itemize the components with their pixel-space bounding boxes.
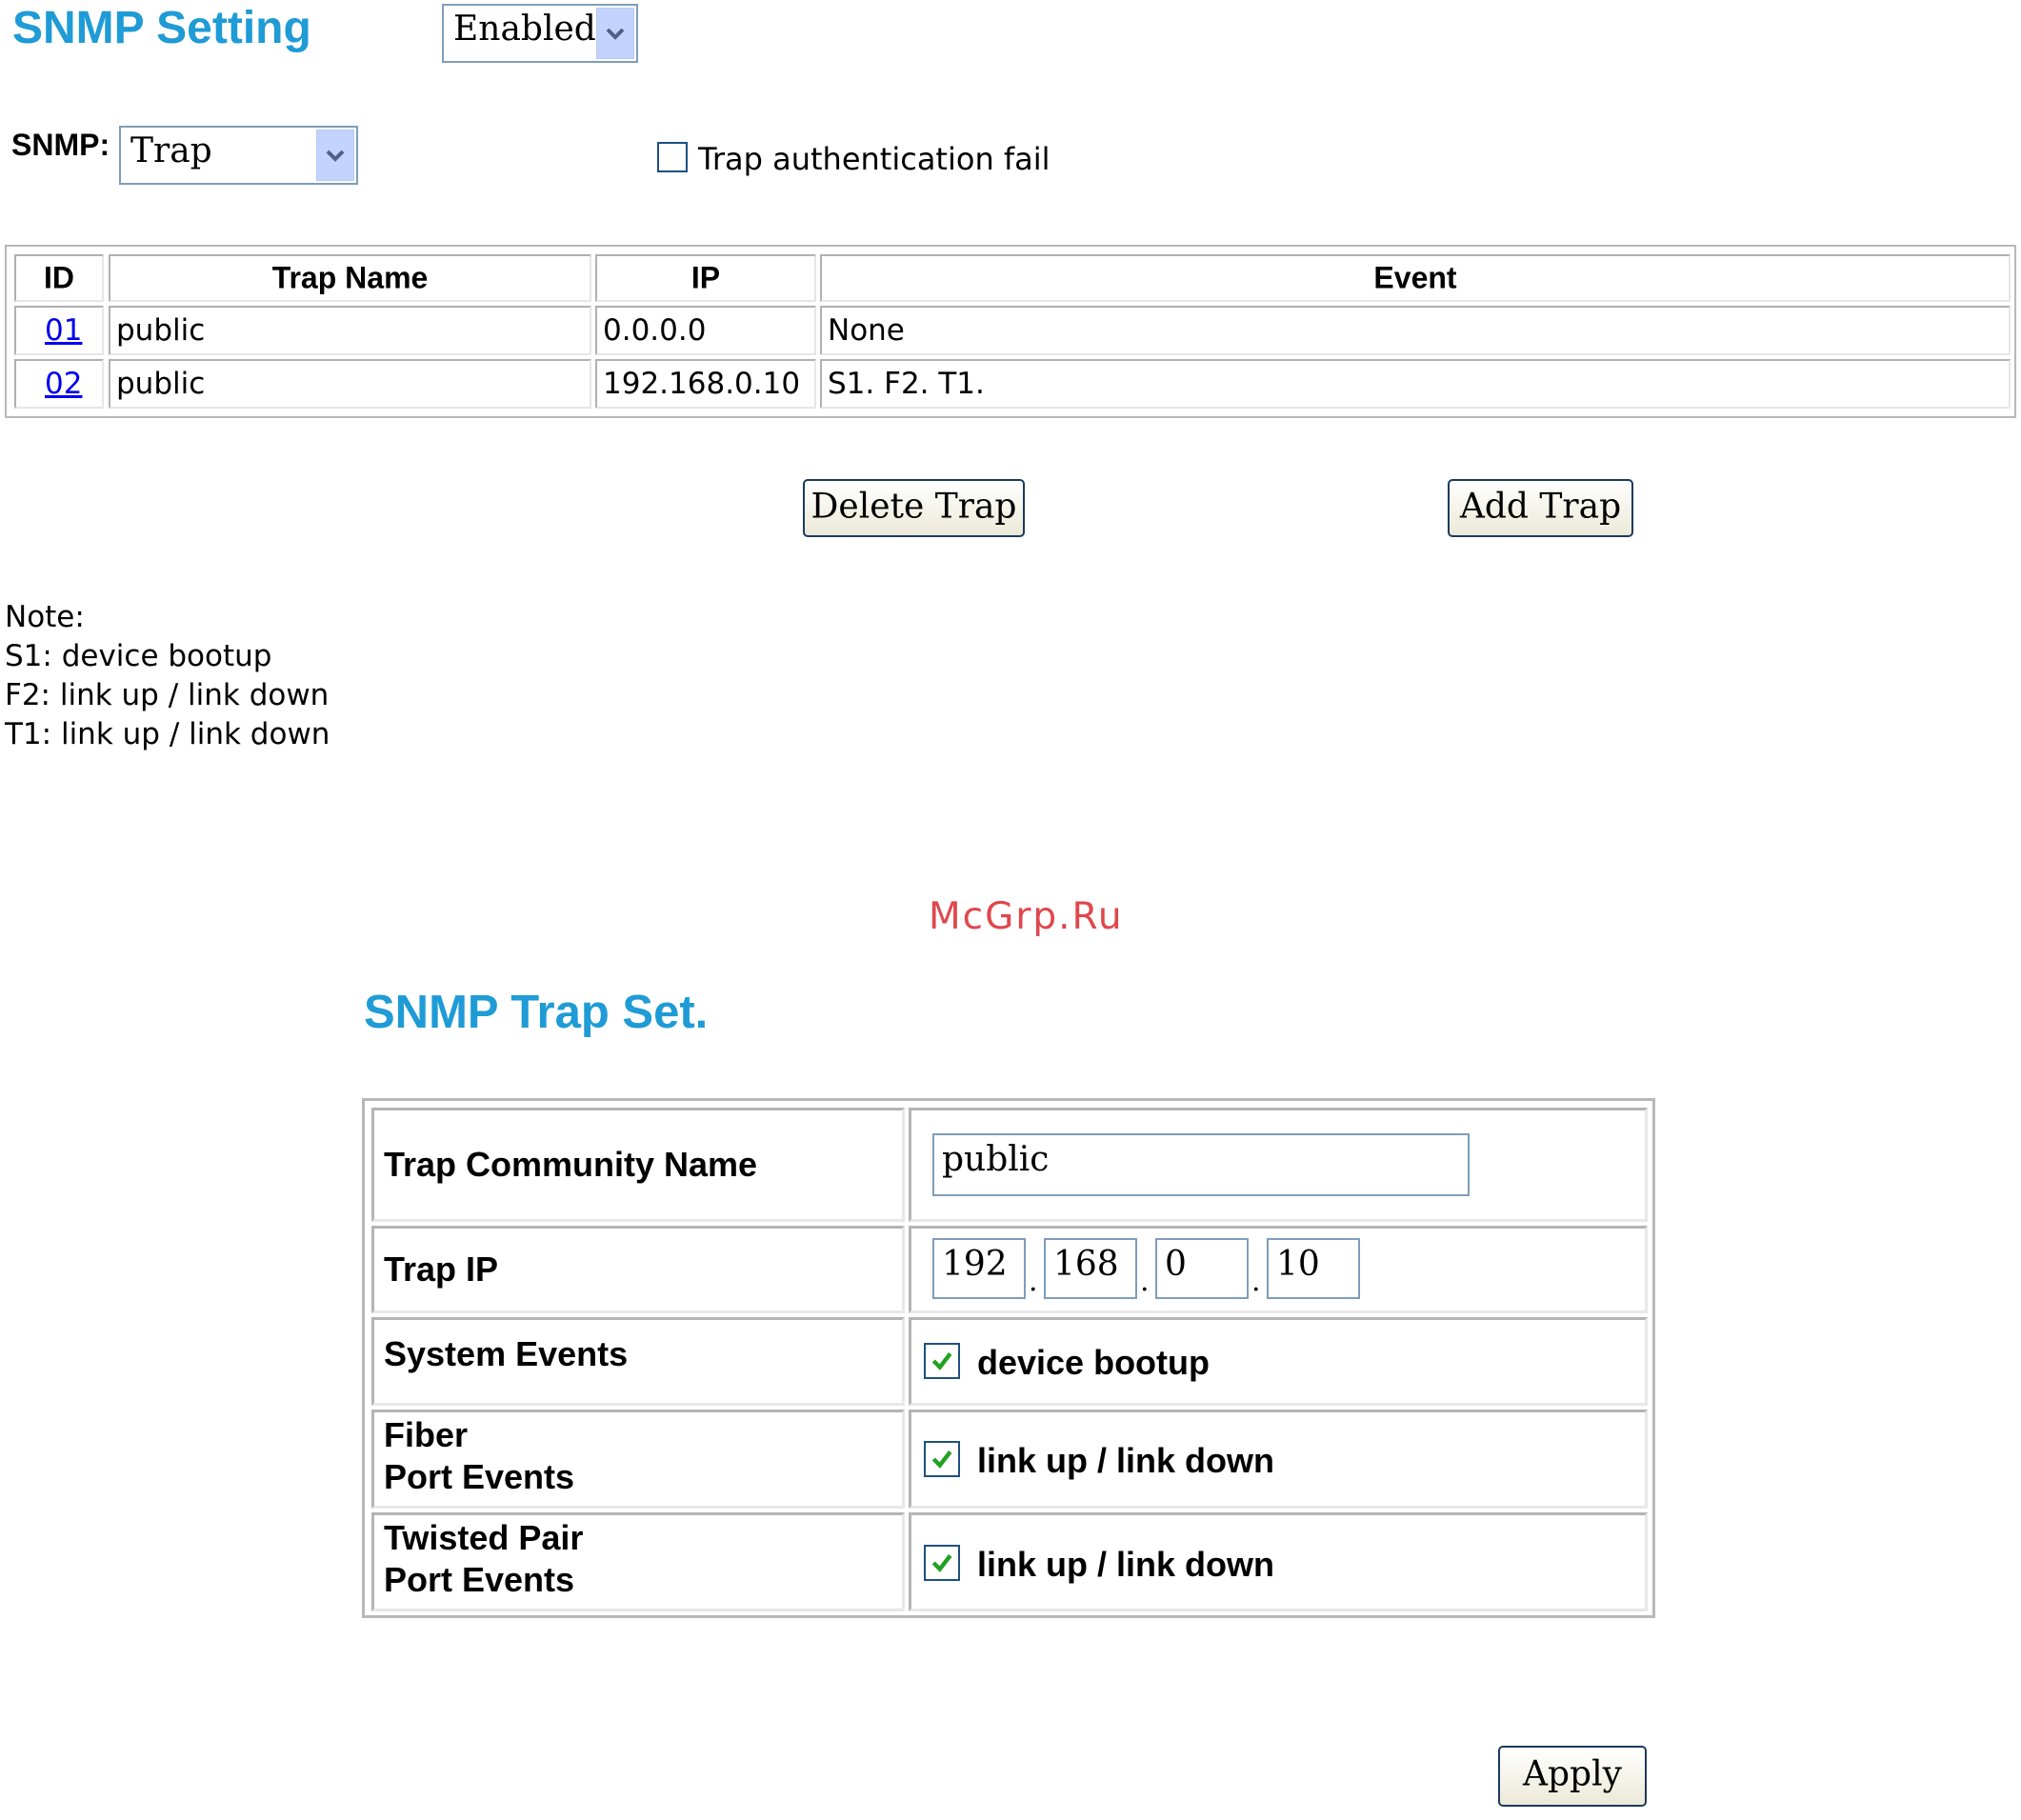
trap-ip-label-cell: Trap IP bbox=[371, 1226, 905, 1313]
checkmark-icon bbox=[931, 1450, 952, 1469]
snmp-mode-value: Trap bbox=[130, 131, 212, 170]
table-row: 02 bbox=[14, 359, 104, 409]
community-label: Trap Community Name bbox=[384, 1145, 758, 1184]
trap-table: ID Trap Name IP Event 01 public 0.0.0.0 … bbox=[5, 245, 2016, 418]
table-header-trap-name: Trap Name bbox=[109, 254, 591, 302]
snmp-status-value: Enabled bbox=[453, 10, 596, 49]
trap-auth-fail-label: Trap authentication fail bbox=[698, 141, 1051, 177]
note-line: S1: device bootup bbox=[5, 639, 272, 673]
apply-button[interactable]: Apply bbox=[1498, 1746, 1647, 1807]
system-events-label: System Events bbox=[384, 1334, 629, 1373]
trap-ip-cell: 192.168.0.10 bbox=[595, 359, 816, 409]
trap-name-cell: public bbox=[109, 359, 591, 409]
ip-octet-2-input[interactable]: 168 bbox=[1044, 1238, 1137, 1299]
delete-trap-button[interactable]: Delete Trap bbox=[803, 479, 1025, 537]
checkmark-icon bbox=[931, 1554, 952, 1572]
ip-octet-3-input[interactable]: 0 bbox=[1155, 1238, 1249, 1299]
tp-events-label-cell: Twisted Pair Port Events bbox=[371, 1512, 905, 1611]
tp-events-value-cell: link up / link down bbox=[909, 1512, 1648, 1611]
chevron-down-icon[interactable] bbox=[596, 8, 634, 59]
system-events-value-cell: device bootup bbox=[909, 1317, 1648, 1406]
trap-ip-label: Trap IP bbox=[384, 1250, 499, 1289]
ip-octet-1-input[interactable]: 192 bbox=[932, 1238, 1026, 1299]
ip-separator: . bbox=[1251, 1265, 1261, 1298]
community-name-input[interactable]: public bbox=[932, 1133, 1470, 1196]
community-label-cell: Trap Community Name bbox=[371, 1108, 905, 1222]
snmp-setting-title: SNMP Setting bbox=[12, 3, 311, 53]
checkmark-icon bbox=[931, 1352, 952, 1370]
snmp-mode-select[interactable]: Trap bbox=[119, 126, 358, 185]
trap-ip-value-cell: 192 . 168 . 0 . 10 bbox=[909, 1226, 1648, 1313]
fiber-events-value-cell: link up / link down bbox=[909, 1410, 1648, 1509]
fiber-link-label: link up / link down bbox=[977, 1441, 1274, 1480]
trap-id-link[interactable]: 01 bbox=[45, 313, 82, 348]
note-title: Note: bbox=[5, 600, 85, 634]
watermark: McGrp.Ru bbox=[929, 895, 1124, 938]
tp-events-label: Twisted Pair Port Events bbox=[384, 1518, 584, 1599]
table-header-id: ID bbox=[14, 254, 104, 302]
chevron-down-icon[interactable] bbox=[316, 130, 354, 181]
community-value-cell: public bbox=[909, 1108, 1648, 1222]
fiber-events-label-cell: Fiber Port Events bbox=[371, 1410, 905, 1509]
snmp-trap-set-title: SNMP Trap Set. bbox=[364, 987, 709, 1038]
trap-event-cell: None bbox=[820, 306, 2011, 355]
tp-link-checkbox[interactable] bbox=[924, 1545, 960, 1581]
trap-ip-cell: 0.0.0.0 bbox=[595, 306, 816, 355]
table-header-event: Event bbox=[820, 254, 2011, 302]
note-line: T1: link up / link down bbox=[5, 717, 330, 751]
note-block: Note: S1: device bootup F2: link up / li… bbox=[5, 598, 330, 754]
table-row: 01 bbox=[14, 306, 104, 355]
fiber-link-checkbox[interactable] bbox=[924, 1441, 960, 1477]
trap-auth-fail-checkbox[interactable] bbox=[657, 142, 688, 172]
system-events-label-cell: System Events bbox=[371, 1317, 905, 1406]
ip-separator: . bbox=[1140, 1265, 1150, 1298]
trap-set-form: Trap Community Name public Trap IP 192 .… bbox=[362, 1098, 1655, 1618]
note-line: F2: link up / link down bbox=[5, 678, 330, 712]
fiber-events-label: Fiber Port Events bbox=[384, 1415, 575, 1496]
trap-name-cell: public bbox=[109, 306, 591, 355]
trap-id-link[interactable]: 02 bbox=[45, 367, 82, 401]
table-header-ip: IP bbox=[595, 254, 816, 302]
snmp-status-select[interactable]: Enabled bbox=[442, 4, 638, 63]
device-bootup-checkbox[interactable] bbox=[924, 1343, 960, 1379]
ip-octet-4-input[interactable]: 10 bbox=[1267, 1238, 1360, 1299]
device-bootup-label: device bootup bbox=[977, 1343, 1211, 1382]
add-trap-button[interactable]: Add Trap bbox=[1448, 479, 1633, 537]
trap-event-cell: S1. F2. T1. bbox=[820, 359, 2011, 409]
tp-link-label: link up / link down bbox=[977, 1545, 1274, 1584]
snmp-mode-label: SNMP: bbox=[11, 128, 110, 162]
ip-separator: . bbox=[1029, 1265, 1038, 1298]
